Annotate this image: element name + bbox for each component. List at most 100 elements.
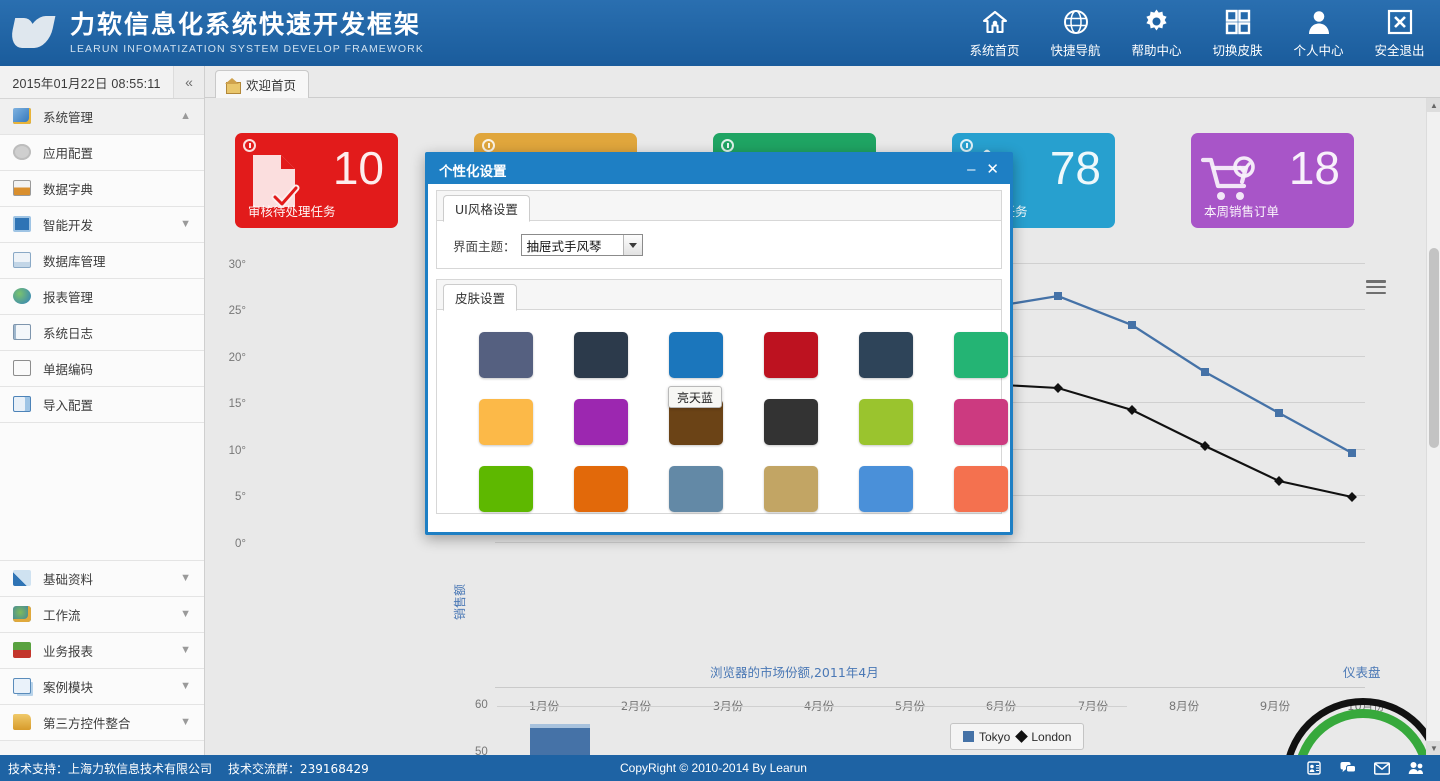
scrollbar-thumb[interactable]	[1429, 248, 1439, 448]
dialog-close-button[interactable]: ✕	[986, 162, 999, 177]
nav-label: 系统首页	[969, 42, 1020, 58]
swatch-slate-blue[interactable]	[479, 332, 533, 378]
nav-item-switch-skin[interactable]: 切换皮肤	[1197, 0, 1278, 66]
tab-skin-settings[interactable]: 皮肤设置	[443, 284, 518, 311]
swatch-amber[interactable]	[479, 399, 533, 445]
stat-card-audit-pending[interactable]: 10 审核待处理任务	[235, 133, 398, 228]
swatch-crimson[interactable]	[764, 332, 818, 378]
tab-welcome-home[interactable]: 欢迎首页	[215, 70, 310, 98]
swatch-emerald[interactable]	[954, 332, 1008, 378]
y-axis-tick: 5°	[235, 491, 246, 503]
scroll-up-button[interactable]: ▲	[1427, 98, 1440, 112]
gauge-title: 仪表盘	[1343, 665, 1381, 680]
chevron-down-icon[interactable]	[622, 235, 642, 255]
content-scrollbar[interactable]: ▲ ▼	[1426, 98, 1440, 755]
nav-item-profile[interactable]: 个人中心	[1278, 0, 1359, 66]
chevron-down-icon: ▼	[180, 680, 191, 692]
nav-item-quicknav[interactable]: 快捷导航	[1035, 0, 1116, 66]
y-axis-tick: 20°	[228, 352, 246, 364]
stat-card-weekly-orders[interactable]: 18 本周销售订单	[1191, 133, 1354, 228]
sidebar-item-database-manage[interactable]: 数据库管理	[0, 243, 204, 279]
sidebar-item-label: 数据库管理	[43, 254, 106, 269]
nav-item-help[interactable]: 帮助中心	[1116, 0, 1197, 66]
footer-copyright: CopyRight © 2010-2014 By Learun	[620, 761, 807, 775]
stat-card-value: 78	[1049, 142, 1101, 194]
y-axis-label: 销售额	[453, 583, 467, 620]
swatch-tan[interactable]	[764, 466, 818, 512]
swatch-purple[interactable]	[574, 399, 628, 445]
footer-support-text: 技术支持：上海力软信息技术有限公司	[8, 761, 213, 776]
sidebar-item-report-manage[interactable]: 报表管理	[0, 279, 204, 315]
nav-item-home[interactable]: 系统首页	[954, 0, 1035, 66]
system-manage-icon	[13, 107, 33, 126]
mail-icon[interactable]	[1374, 761, 1390, 775]
swatch-charcoal[interactable]	[764, 399, 818, 445]
y-axis-tick: 25°	[228, 305, 246, 317]
swatch-steel-navy[interactable]	[859, 332, 913, 378]
hamburger-menu-icon[interactable]	[1366, 280, 1386, 295]
y-axis-tick: 60	[475, 699, 488, 711]
sidebar-item-label: 基础资料	[43, 572, 94, 587]
swatch-magenta[interactable]	[954, 399, 1008, 445]
brand-title-cn: 力软信息化系统快速开发框架	[70, 9, 422, 39]
sidebar-item-label: 报表管理	[43, 290, 94, 305]
sidebar-item-smart-develop[interactable]: 智能开发 ▼	[0, 207, 204, 243]
chevron-down-icon: ▼	[180, 716, 191, 728]
swatch-olive-green[interactable]	[859, 399, 913, 445]
log-icon	[13, 323, 33, 342]
chat-icon[interactable]	[1340, 761, 1356, 775]
contacts-icon[interactable]	[1306, 761, 1322, 775]
dialog-minimize-button[interactable]: –	[967, 162, 975, 177]
sidebar-item-app-config[interactable]: 应用配置	[0, 135, 204, 171]
swatch-orange[interactable]	[574, 466, 628, 512]
sidebar-item-bill-code[interactable]: 单据编码	[0, 351, 204, 387]
bizreport-icon	[13, 641, 33, 660]
sidebar-item-biz-report[interactable]: 业务报表 ▼	[0, 633, 204, 669]
develop-icon	[13, 215, 33, 234]
sidebar-item-label: 工作流	[43, 608, 81, 623]
sidebar-item-third-party[interactable]: 第三方控件整合 ▼	[0, 705, 204, 741]
sidebar-item-case-module[interactable]: 案例模块 ▼	[0, 669, 204, 705]
sidebar-empty-space	[0, 423, 204, 561]
grid-squares-icon	[1225, 8, 1251, 36]
top-navigation: 系统首页 快捷导航 帮助中心 切换皮肤 个人中心 安全退出	[954, 0, 1440, 66]
sidebar-collapse-button[interactable]: «	[173, 66, 204, 98]
learun-leaf-logo-icon	[8, 14, 56, 52]
nav-label: 帮助中心	[1131, 42, 1182, 58]
theme-field-label: 界面主题：	[453, 238, 516, 254]
bar-msie[interactable]	[530, 724, 590, 755]
swatch-bright-blue[interactable]	[669, 332, 723, 378]
dialog-titlebar: 个性化设置 – ✕	[428, 155, 1010, 184]
swatch-salmon[interactable]	[954, 466, 1008, 512]
user-group-icon[interactable]	[1408, 761, 1424, 775]
swatch-dark-navy[interactable]	[574, 332, 628, 378]
footer-icons	[1306, 761, 1440, 775]
swatch-slate-gray[interactable]	[669, 466, 723, 512]
swatch-sky-blue[interactable]	[859, 466, 913, 512]
tab-ui-style[interactable]: UI风格设置	[443, 195, 530, 222]
report-icon	[13, 287, 33, 306]
sidebar-item-system-manage[interactable]: 系统管理 ▲	[0, 99, 204, 135]
sidebar-item-base-data[interactable]: 基础资料 ▼	[0, 561, 204, 597]
theme-select[interactable]: 抽屉式手风琴	[520, 234, 643, 256]
nav-item-logout[interactable]: 安全退出	[1359, 0, 1440, 66]
chart2-gridline	[497, 706, 1127, 707]
clock-icon	[243, 139, 256, 152]
case-icon	[13, 677, 33, 696]
sidebar-item-workflow[interactable]: 工作流 ▼	[0, 597, 204, 633]
sidebar-item-system-log[interactable]: 系统日志	[0, 315, 204, 351]
clock-icon	[482, 139, 495, 152]
sidebar-item-import-config[interactable]: 导入配置	[0, 387, 204, 423]
swatch-green[interactable]	[479, 466, 533, 512]
gear-icon	[1143, 8, 1170, 36]
scroll-down-button[interactable]: ▼	[1427, 741, 1440, 755]
sidebar-item-data-dictionary[interactable]: 数据字典	[0, 171, 204, 207]
y-axis-tick: 0°	[235, 538, 246, 550]
y-axis-tick: 10°	[228, 445, 246, 457]
globe-icon	[1063, 8, 1089, 36]
ui-style-panel: UI风格设置 界面主题： 抽屉式手风琴	[436, 190, 1002, 269]
app-header: 力软信息化系统快速开发框架 LEARUN INFOMATIZATION SYST…	[0, 0, 1440, 66]
chevron-up-icon: ▲	[180, 110, 191, 122]
chevron-down-icon: ▼	[180, 218, 191, 230]
footer-left: 技术支持：上海力软信息技术有限公司 技术交流群：239168429	[0, 760, 369, 777]
